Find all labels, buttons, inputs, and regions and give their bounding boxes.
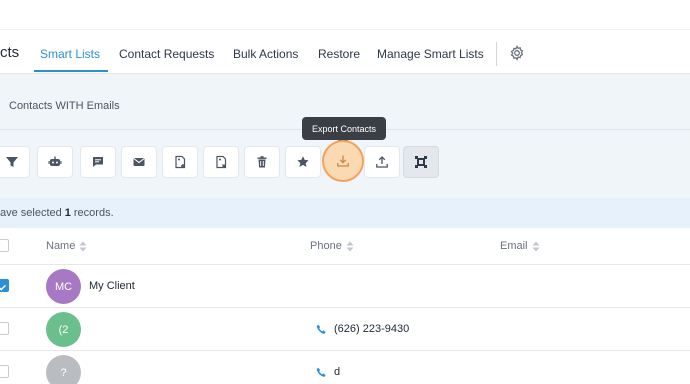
email-icon <box>133 158 145 166</box>
star-icon <box>297 156 309 167</box>
active-tab-indicator <box>34 70 108 72</box>
message-icon <box>93 157 103 167</box>
send-sms-button[interactable] <box>80 146 116 178</box>
tag-add-icon <box>175 155 186 169</box>
table-header: Name Phone Email <box>0 228 690 265</box>
phone-number: (626) 223-9430 <box>334 323 410 335</box>
table-row[interactable]: ? d <box>0 351 690 384</box>
gear-icon[interactable] <box>509 45 525 61</box>
column-header-name[interactable]: Name <box>46 240 87 252</box>
tabs-row: cts Smart Lists Contact Requests Bulk Ac… <box>0 30 690 74</box>
sort-icon <box>346 241 354 251</box>
smart-list-name[interactable]: Contacts WITH Emails <box>9 100 120 112</box>
page-title: cts <box>0 44 20 61</box>
column-header-email[interactable]: Email <box>500 240 540 252</box>
tab-divider <box>496 42 497 66</box>
avatar: MC <box>46 269 81 304</box>
phone-icon <box>316 324 326 334</box>
contact-phone[interactable]: d <box>316 366 340 378</box>
tag-remove-icon <box>216 155 227 169</box>
import-contacts-button[interactable] <box>364 146 400 178</box>
send-email-button[interactable] <box>121 146 157 178</box>
avatar: (2 <box>46 312 81 347</box>
tab-smart-lists[interactable]: Smart Lists <box>40 47 100 61</box>
tab-manage-smart-lists[interactable]: Manage Smart Lists <box>377 47 484 61</box>
export-tooltip: Export Contacts <box>302 117 386 145</box>
merge-icon <box>415 156 427 168</box>
table-row[interactable]: MC My Client <box>0 265 690 308</box>
filter-icon <box>6 157 18 167</box>
phone-number: d <box>334 366 341 378</box>
column-label-email: Email <box>500 240 528 252</box>
import-icon <box>376 156 388 168</box>
add-tag-button[interactable] <box>162 146 198 178</box>
delete-contacts-button[interactable] <box>244 146 280 178</box>
add-to-favorites-button[interactable] <box>285 146 321 178</box>
selection-suffix: records. <box>73 207 114 219</box>
sort-icon <box>79 241 87 251</box>
contact-name[interactable]: My Client <box>89 280 135 292</box>
avatar: ? <box>46 355 81 384</box>
column-label-name: Name <box>46 240 76 252</box>
row-checkbox[interactable] <box>0 279 9 292</box>
merge-contacts-button[interactable] <box>403 146 439 178</box>
column-label-phone: Phone <box>310 240 342 252</box>
export-icon <box>337 155 349 167</box>
trash-icon <box>257 156 267 168</box>
sort-icon <box>532 241 540 251</box>
selection-count: 1 <box>64 207 71 219</box>
check-icon <box>0 284 6 291</box>
row-checkbox[interactable] <box>0 365 9 378</box>
tab-contact-requests[interactable]: Contact Requests <box>119 47 214 61</box>
top-bar <box>0 0 690 30</box>
robot-icon <box>48 156 62 166</box>
selection-prefix: ave selected <box>0 207 62 219</box>
column-header-phone[interactable]: Phone <box>310 240 354 252</box>
phone-icon <box>316 367 326 377</box>
table-row[interactable]: (2 (626) 223-9430 <box>0 308 690 351</box>
filter-button[interactable] <box>0 146 30 178</box>
add-to-workflow-button[interactable] <box>37 146 73 178</box>
select-all-checkbox[interactable] <box>0 239 9 252</box>
remove-tag-button[interactable] <box>203 146 239 178</box>
tab-restore[interactable]: Restore <box>318 47 360 61</box>
selection-info-bar: ave selected 1 records. <box>0 198 690 228</box>
row-checkbox[interactable] <box>0 322 9 335</box>
tab-bulk-actions[interactable]: Bulk Actions <box>233 47 298 61</box>
export-contacts-button[interactable] <box>322 140 364 182</box>
contact-phone[interactable]: (626) 223-9430 <box>316 323 409 335</box>
